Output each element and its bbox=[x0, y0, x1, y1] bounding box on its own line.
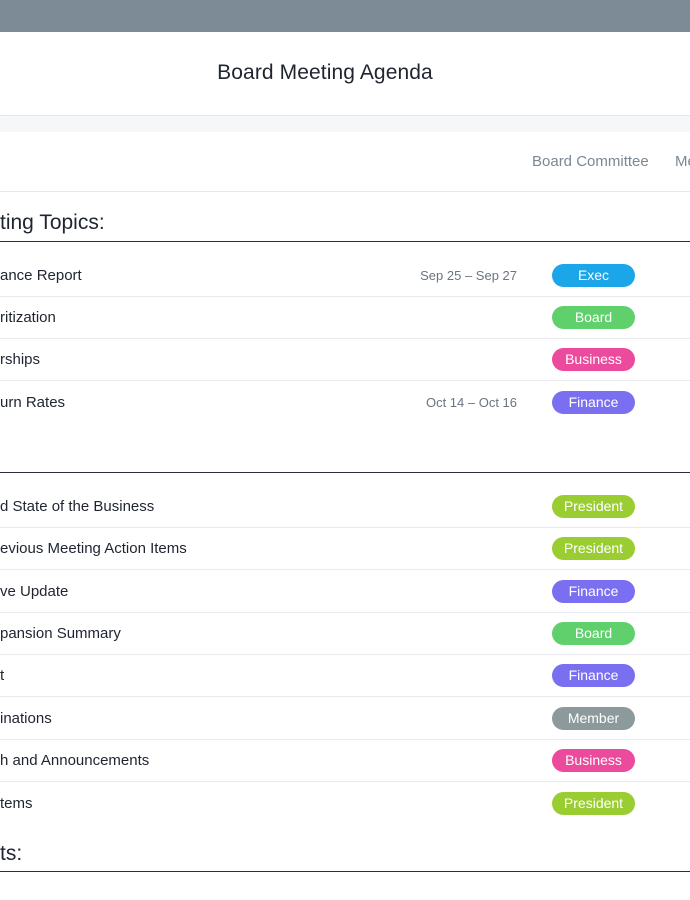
task-row[interactable]: h and Announcements Business bbox=[0, 740, 690, 782]
task-name[interactable]: ance Report bbox=[0, 267, 82, 284]
task-row[interactable]: urn Rates Oct 14 – Oct 16 Finance bbox=[0, 382, 690, 424]
window-top-bar bbox=[0, 0, 690, 32]
task-row[interactable]: inations Member bbox=[0, 698, 690, 740]
tag-badge[interactable]: Finance bbox=[552, 580, 635, 603]
task-date: Sep 25 – Sep 27 bbox=[420, 268, 517, 283]
tag-badge[interactable]: Business bbox=[552, 348, 635, 371]
section-meeting-topics: ance Report Sep 25 – Sep 27 Exec ritizat… bbox=[0, 241, 690, 414]
tag-badge[interactable]: Member bbox=[552, 707, 635, 730]
section-title-meeting-topics: ting Topics: bbox=[0, 211, 105, 234]
task-name[interactable]: ve Update bbox=[0, 583, 68, 600]
task-name[interactable]: ritization bbox=[0, 309, 56, 326]
task-name[interactable]: inations bbox=[0, 710, 52, 727]
task-name[interactable]: tems bbox=[0, 795, 33, 812]
task-row[interactable]: evious Meeting Action Items President bbox=[0, 528, 690, 570]
tag-badge[interactable]: Finance bbox=[552, 664, 635, 687]
tag-badge[interactable]: Board bbox=[552, 622, 635, 645]
task-row[interactable]: ance Report Sep 25 – Sep 27 Exec bbox=[0, 255, 690, 297]
tag-badge[interactable]: President bbox=[552, 792, 635, 815]
task-row[interactable]: d State of the Business President bbox=[0, 486, 690, 528]
task-name[interactable]: h and Announcements bbox=[0, 752, 149, 769]
task-name[interactable]: d State of the Business bbox=[0, 498, 154, 515]
page-title: Board Meeting Agenda bbox=[217, 61, 433, 84]
tag-badge[interactable]: Business bbox=[552, 749, 635, 772]
tag-badge[interactable]: Board bbox=[552, 306, 635, 329]
tag-badge[interactable]: Finance bbox=[552, 391, 635, 414]
task-name[interactable]: evious Meeting Action Items bbox=[0, 540, 187, 557]
tag-badge[interactable]: Exec bbox=[552, 264, 635, 287]
task-row[interactable]: ve Update Finance bbox=[0, 571, 690, 613]
tab-me[interactable]: Me bbox=[675, 153, 690, 170]
tab-board-committee[interactable]: Board Committee bbox=[532, 153, 649, 170]
task-row[interactable]: rships Business bbox=[0, 339, 690, 381]
task-row[interactable]: t Finance bbox=[0, 655, 690, 697]
filter-bar: Board Committee Me bbox=[0, 132, 690, 192]
task-row[interactable]: pansion Summary Board bbox=[0, 613, 690, 655]
project-header: Board Meeting Agenda bbox=[0, 32, 690, 116]
tag-badge[interactable]: President bbox=[552, 495, 635, 518]
task-name[interactable]: urn Rates bbox=[0, 394, 65, 411]
task-date: Oct 14 – Oct 16 bbox=[425, 395, 517, 410]
section-attachments bbox=[0, 871, 690, 872]
tag-badge[interactable]: President bbox=[552, 537, 635, 560]
header-divider bbox=[0, 117, 690, 132]
task-name[interactable]: t bbox=[0, 667, 4, 684]
section-title-attachments: ts: bbox=[0, 842, 23, 865]
task-name[interactable]: pansion Summary bbox=[0, 625, 121, 642]
section-agenda-items: d State of the Business President evious… bbox=[0, 472, 690, 815]
task-name[interactable]: rships bbox=[0, 351, 40, 368]
task-row[interactable]: tems President bbox=[0, 783, 690, 825]
task-row[interactable]: ritization Board bbox=[0, 297, 690, 339]
